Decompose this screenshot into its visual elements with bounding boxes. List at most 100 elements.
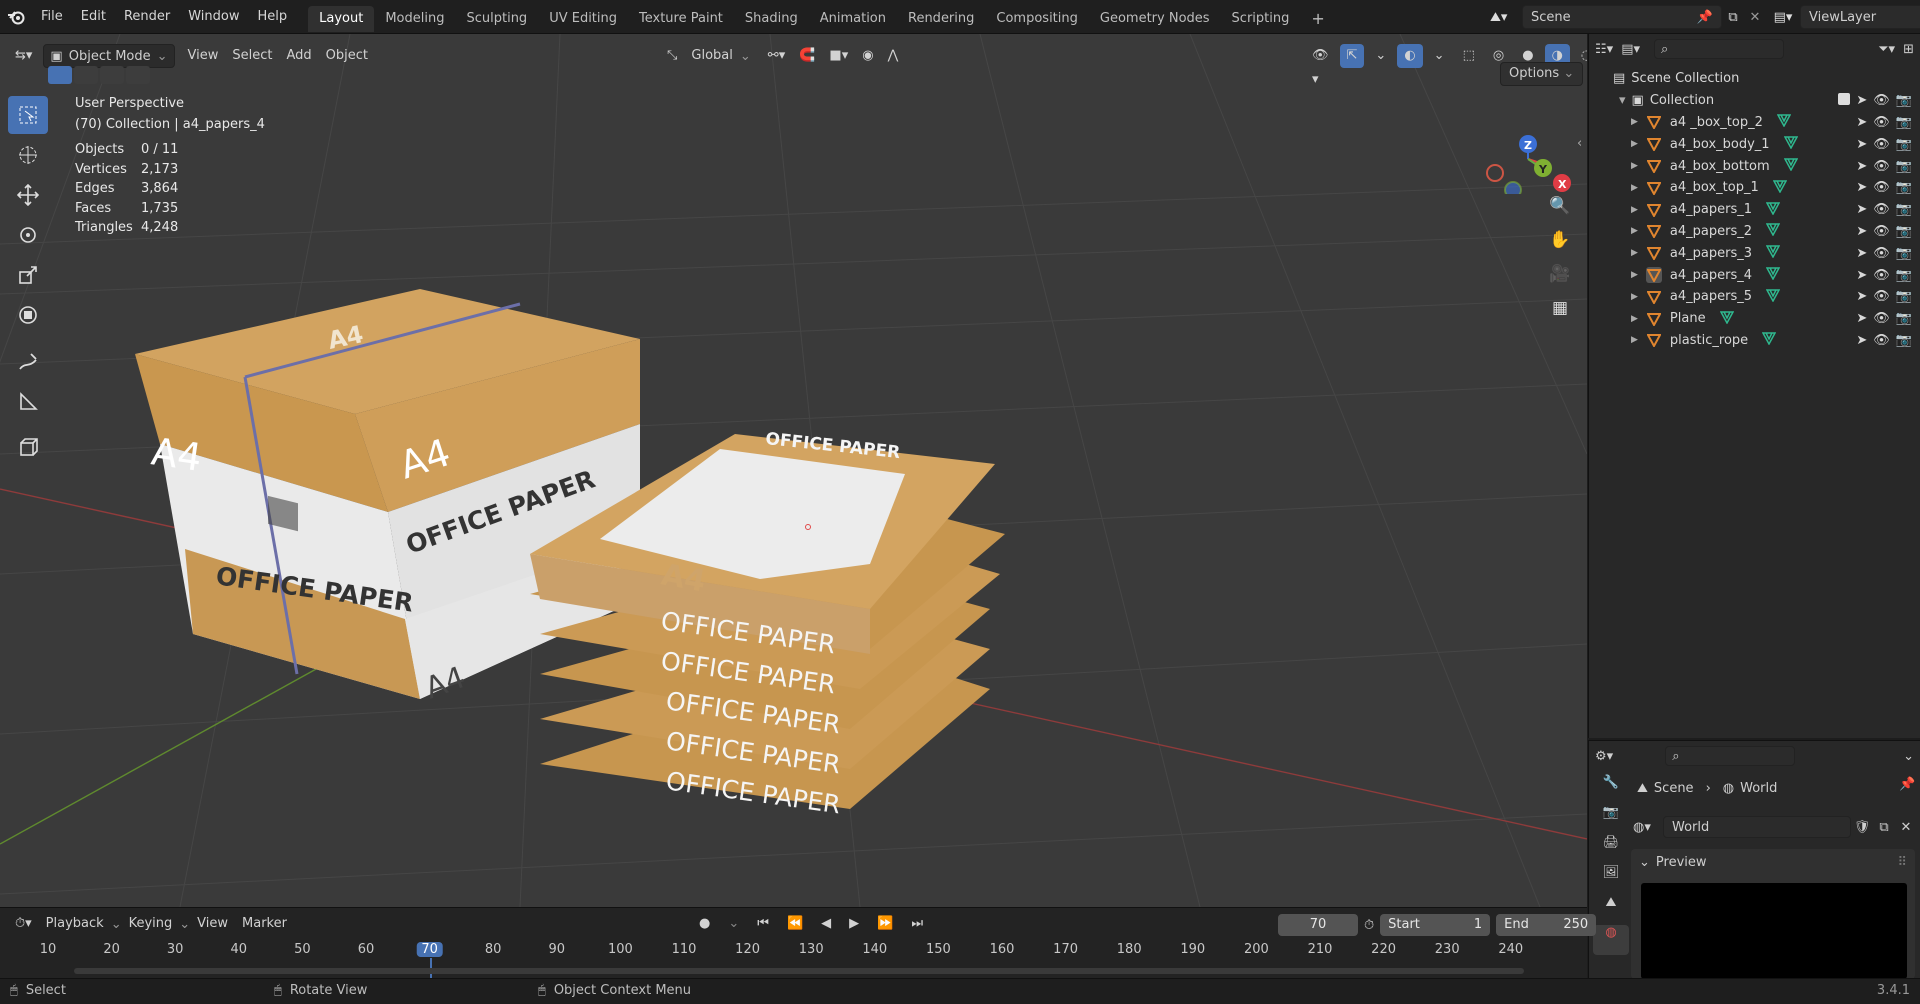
mesh-data-icon[interactable] <box>1776 113 1792 131</box>
camera-render-icon[interactable]: 📷 <box>1896 333 1912 348</box>
falloff-icon[interactable]: ⋀ <box>881 44 906 68</box>
timeline-scrollbar[interactable] <box>74 968 1524 974</box>
tool-tab-icon[interactable]: 🔧 <box>1593 775 1629 805</box>
camera-render-icon[interactable]: 📷 <box>1896 159 1912 174</box>
mesh-data-icon[interactable] <box>1765 244 1781 262</box>
mesh-data-icon[interactable] <box>1765 288 1781 306</box>
expand-arrow-icon[interactable]: ▶ <box>1631 292 1638 302</box>
world-name-field[interactable]: World <box>1663 816 1851 838</box>
blender-logo-icon[interactable] <box>0 9 32 25</box>
add-cube-tool-icon[interactable] <box>8 428 48 466</box>
expand-arrow-icon[interactable]: ▶ <box>1631 139 1638 149</box>
zoom-icon[interactable]: 🔍 <box>1546 196 1574 230</box>
select-subtract-icon[interactable] <box>100 66 124 84</box>
editor-type-icon[interactable]: ☷▾ <box>1595 42 1613 57</box>
scene-tab-icon[interactable]: ⛰ <box>1593 895 1629 925</box>
eye-icon[interactable]: 👁 <box>1873 93 1890 108</box>
editor-type-icon[interactable]: ⚙▾ <box>1595 749 1613 764</box>
unlink-icon[interactable]: ✕ <box>1895 820 1917 835</box>
expand-arrow-icon[interactable]: ▶ <box>1631 205 1638 215</box>
select-arrow-icon[interactable]: ➤ <box>1856 159 1867 174</box>
mesh-data-icon[interactable] <box>1783 157 1798 175</box>
visibility-icon[interactable]: 👁▾ <box>1305 44 1336 87</box>
new-scene-icon[interactable]: ⧉ <box>1722 10 1744 25</box>
pin-icon[interactable]: 📌 <box>1697 10 1713 25</box>
navigation-gizmo[interactable]: Z Y X <box>1475 94 1575 194</box>
menu-render[interactable]: Render <box>115 0 179 34</box>
camera-render-icon[interactable]: 📷 <box>1896 115 1912 130</box>
add-workspace-button[interactable]: + <box>1300 6 1335 32</box>
camera-render-icon[interactable]: 📷 <box>1896 93 1912 108</box>
select-arrow-icon[interactable]: ➤ <box>1856 115 1867 130</box>
scale-tool-icon[interactable] <box>8 256 48 294</box>
menu-help[interactable]: Help <box>249 0 297 34</box>
measure-tool-icon[interactable] <box>8 382 48 420</box>
tab-modeling[interactable]: Modeling <box>374 6 455 32</box>
eye-icon[interactable]: 👁 <box>1873 202 1890 217</box>
properties-search-input[interactable]: ⌕ <box>1665 746 1796 766</box>
outliner-item[interactable]: ▶ a4_papers_4 ➤ 👁 📷 <box>1589 264 1920 286</box>
eye-icon[interactable]: 👁 <box>1873 289 1890 304</box>
expand-arrow-icon[interactable]: ▶ <box>1631 335 1638 345</box>
select-extend-icon[interactable] <box>74 66 98 84</box>
expand-arrow-icon[interactable]: ▶ <box>1631 117 1638 127</box>
menu-window[interactable]: Window <box>179 0 248 34</box>
camera-render-icon[interactable]: 📷 <box>1896 202 1912 217</box>
tab-geometry-nodes[interactable]: Geometry Nodes <box>1089 6 1221 32</box>
eye-icon[interactable]: 👁 <box>1873 180 1890 195</box>
expand-arrow-icon[interactable]: ▶ <box>1631 248 1638 258</box>
world-tab-icon[interactable]: ◍ <box>1593 925 1629 955</box>
preview-panel-header[interactable]: ⌄ Preview ⠿ <box>1631 849 1915 875</box>
eye-icon[interactable]: 👁 <box>1873 137 1890 152</box>
mesh-data-icon[interactable] <box>1783 135 1798 153</box>
xray-icon[interactable]: ⬚ <box>1456 44 1482 68</box>
menu-object[interactable]: Object <box>319 44 375 68</box>
tab-layout[interactable]: Layout <box>308 6 375 32</box>
expand-arrow-icon[interactable]: ▶ <box>1631 161 1638 171</box>
mesh-data-icon[interactable] <box>1719 310 1734 328</box>
outliner-item[interactable]: ▶ Plane ➤ 👁 📷 <box>1589 308 1920 330</box>
move-tool-icon[interactable] <box>8 176 48 214</box>
tab-rendering[interactable]: Rendering <box>897 6 985 32</box>
outliner-item[interactable]: ▶ a4_papers_2 ➤ 👁 📷 <box>1589 221 1920 243</box>
view-layer-tab-icon[interactable]: 🖼 <box>1593 865 1629 895</box>
outliner-item[interactable]: ▶ a4_papers_3 ➤ 👁 📷 <box>1589 242 1920 264</box>
menu-view[interactable]: View <box>181 44 226 68</box>
scene-field[interactable]: Scene 📌 <box>1522 5 1722 29</box>
world-browse-icon[interactable]: ◍▾ <box>1633 820 1663 835</box>
outliner-item[interactable]: ▶ a4_box_body_1 ➤ 👁 📷 <box>1589 133 1920 155</box>
neg-x-axis-icon[interactable] <box>1486 164 1504 182</box>
mesh-data-icon[interactable] <box>1765 266 1781 284</box>
pan-hand-icon[interactable]: ✋ <box>1546 230 1574 264</box>
render-tab-icon[interactable]: 📷 <box>1593 805 1629 835</box>
eye-icon[interactable]: 👁 <box>1873 311 1890 326</box>
eye-icon[interactable]: 👁 <box>1873 159 1890 174</box>
select-arrow-icon[interactable]: ➤ <box>1856 311 1867 326</box>
eye-icon[interactable]: 👁 <box>1873 115 1890 130</box>
camera-render-icon[interactable]: 📷 <box>1896 289 1912 304</box>
duplicate-icon[interactable]: ⧉ <box>1873 820 1895 835</box>
mesh-data-icon[interactable] <box>1772 179 1787 197</box>
options-button[interactable]: Options ⌄ <box>1500 62 1584 86</box>
breadcrumb-world[interactable]: World <box>1740 781 1777 796</box>
gizmo-toggle-icon[interactable]: ⇱ <box>1339 44 1365 68</box>
outliner-item[interactable]: ▶ plastic_rope ➤ 👁 📷 <box>1589 330 1920 352</box>
camera-render-icon[interactable]: 📷 <box>1896 224 1912 239</box>
eye-icon[interactable]: 👁 <box>1873 246 1890 261</box>
outliner-item[interactable]: ▶ a4_papers_1 ➤ 👁 📷 <box>1589 199 1920 221</box>
proportional-edit-icon[interactable]: ◉ <box>855 44 880 68</box>
delete-scene-icon[interactable]: ✕ <box>1744 10 1766 25</box>
select-arrow-icon[interactable]: ➤ <box>1856 268 1867 283</box>
menu-add[interactable]: Add <box>280 44 319 68</box>
tab-scripting[interactable]: Scripting <box>1221 6 1301 32</box>
expand-arrow-icon[interactable]: ▶ <box>1631 270 1638 280</box>
tab-uv-editing[interactable]: UV Editing <box>538 6 628 32</box>
outliner-search-input[interactable]: ⌕ <box>1654 39 1784 59</box>
select-arrow-icon[interactable]: ➤ <box>1856 202 1867 217</box>
eye-icon[interactable]: 👁 <box>1873 333 1890 348</box>
breadcrumb-scene[interactable]: Scene <box>1654 781 1694 796</box>
checkbox-icon[interactable] <box>1838 93 1851 106</box>
rotate-tool-icon[interactable] <box>8 216 48 254</box>
collection-row[interactable]: ▾ ▣ Collection ➤ 👁 📷 <box>1589 90 1920 112</box>
tab-texture-paint[interactable]: Texture Paint <box>628 6 734 32</box>
